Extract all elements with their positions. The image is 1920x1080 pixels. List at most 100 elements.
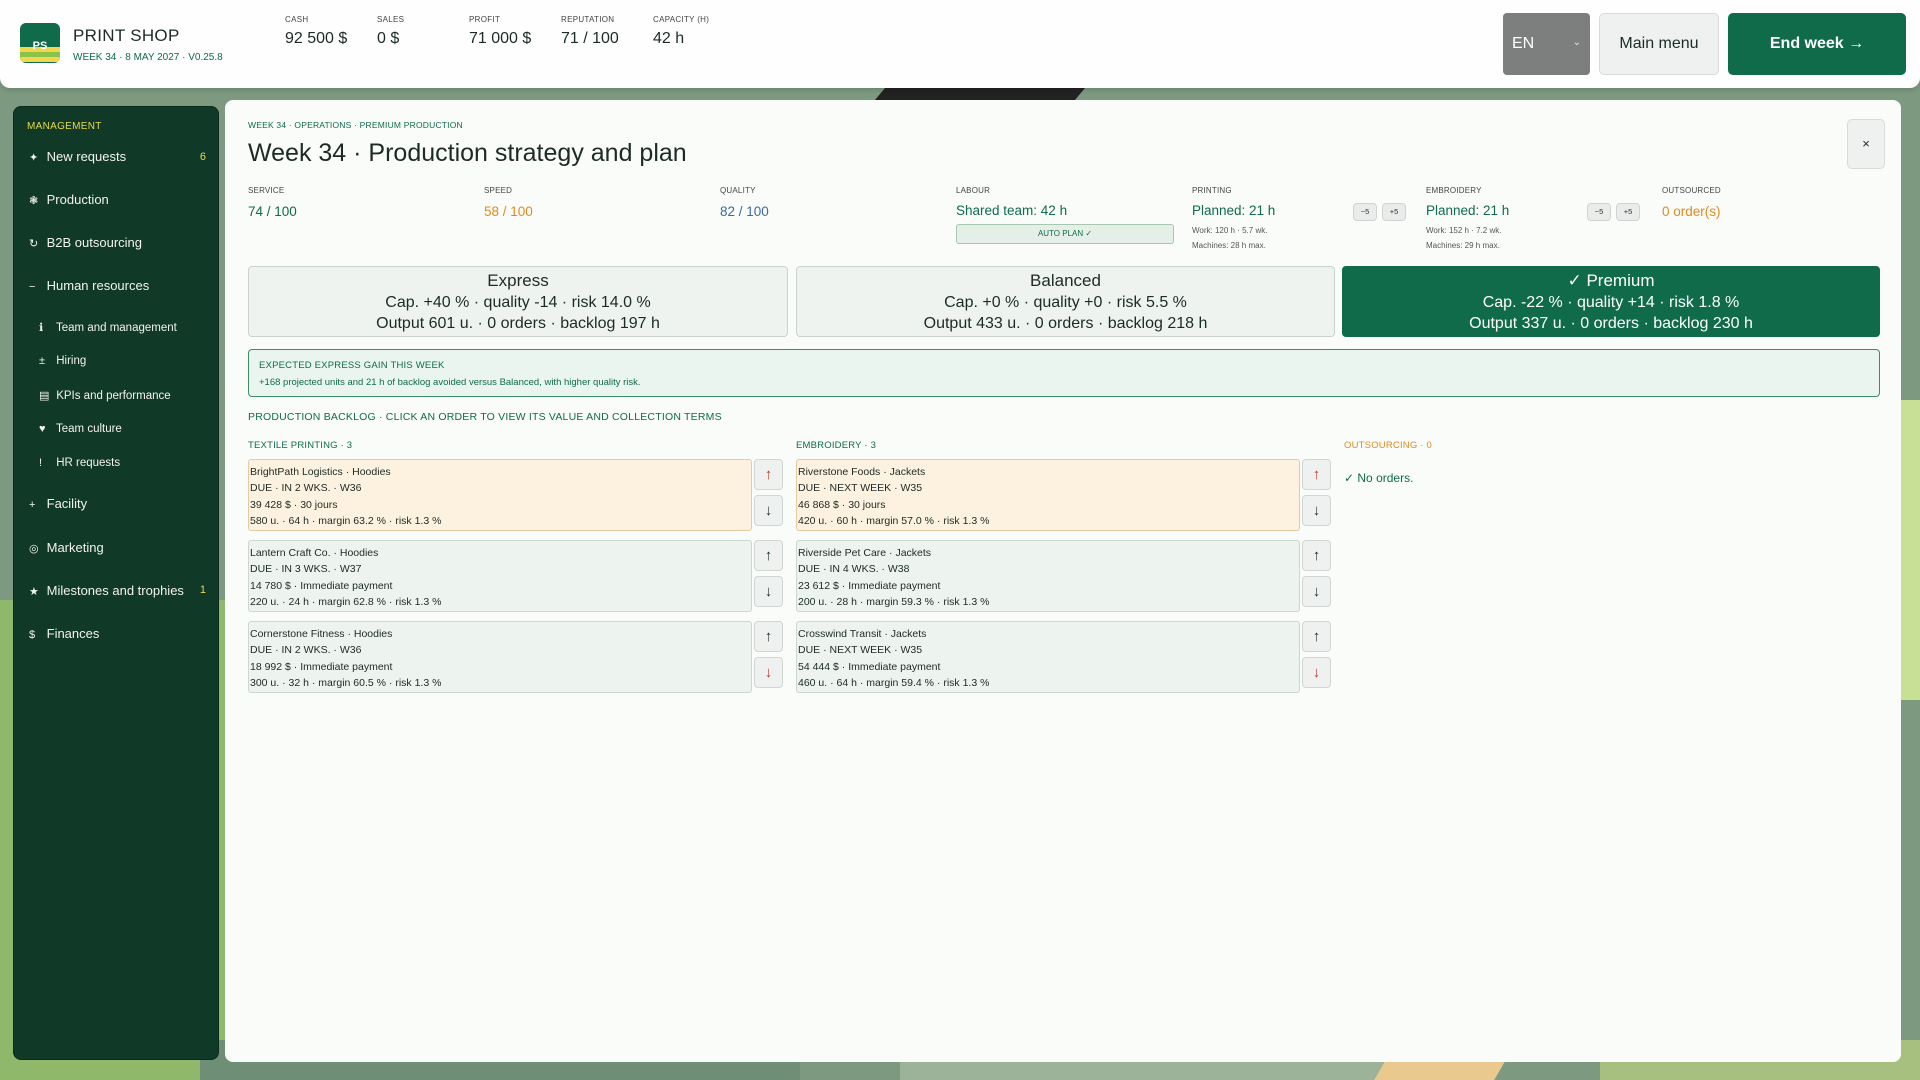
close-button[interactable]: × [1847,119,1885,169]
sidebar-item-hiring[interactable]: ± Hiring [39,355,86,367]
metric-label: SPEED [484,186,513,195]
order-title: Riverstone Foods · Jackets [798,466,926,478]
top-bar: PS PRINT SHOP WEEK 34 · 8 MAY 2027 · V0.… [0,0,1920,88]
sidebar-item-label: Finances [46,626,100,641]
embroidery-machines: Machines: 29 h max. [1426,241,1500,250]
printing-minus-button[interactable]: −5 [1353,203,1377,221]
production-panel: WEEK 34 · OPERATIONS · PREMIUM PRODUCTIO… [225,100,1901,1062]
move-up-button[interactable]: ↑ [754,621,783,652]
strategy-line: Cap. +40 % · quality -14 · risk 14.0 % [385,294,651,311]
move-down-button[interactable]: ↓ [754,657,783,688]
metric-printing: PRINTING Planned: 21 h Work: 120 h · 5.7… [1192,186,1275,253]
metric-label: SERVICE [248,186,285,195]
order-title: Cornerstone Fitness · Hoodies [250,628,393,640]
dollar-icon: $ [29,629,36,641]
metric-value: 0 order(s) [1662,204,1721,219]
language-select[interactable]: EN ⌄ [1503,13,1590,75]
end-week-button[interactable]: End week → [1728,13,1906,75]
refresh-icon: ↻ [29,238,39,250]
sidebar-item-hr-requests[interactable]: ! HR requests [39,457,120,469]
order-stats: 460 u. · 64 h · margin 59.4 % · risk 1.3… [798,676,990,689]
move-down-button[interactable]: ↓ [1302,495,1331,526]
embroidery-minus-button[interactable]: −5 [1587,203,1611,221]
new-requests-badge: 6 [199,151,206,163]
strategy-balanced[interactable]: Balanced Cap. +0 % · quality +0 · risk 5… [796,266,1335,337]
logo-text: PS [32,40,48,52]
stat-value: 71 000 $ [469,30,532,47]
sidebar-item-finances[interactable]: $ Finances [29,626,99,641]
stat-value: 42 h [653,30,685,47]
order-card[interactable]: Riverstone Foods · Jackets DUE · NEXT WE… [796,459,1300,531]
move-up-button[interactable]: ↑ [754,540,783,571]
sidebar-item-team-and-management[interactable]: ℹ Team and management [39,321,177,334]
sidebar-item-human-resources[interactable]: − Human resources [29,278,149,293]
move-up-button[interactable]: ↑ [1302,540,1331,571]
move-down-button[interactable]: ↓ [1302,657,1331,688]
sidebar-item-milestones[interactable]: ★ Milestones and trophies [29,583,184,598]
order-title: Riverside Pet Care · Jackets [798,547,932,559]
expected-gain-box: EXPECTED EXPRESS GAIN THIS WEEK +168 pro… [248,349,1880,397]
sidebar-item-label: Marketing [46,540,104,555]
order-terms: 46 868 $ · 30 jours [798,498,886,511]
sidebar-item-facility[interactable]: + Facility [29,496,87,511]
move-down-button[interactable]: ↓ [1302,576,1331,607]
order-card[interactable]: Riverside Pet Care · Jackets DUE · IN 4 … [796,540,1300,612]
sidebar-item-label: Team and management [56,322,177,334]
sidebar-item-production[interactable]: ❃ Production [29,192,109,207]
strategy-express[interactable]: Express Cap. +40 % · quality -14 · risk … [248,266,788,337]
sidebar-item-label: Hiring [56,355,87,367]
move-up-button[interactable]: ↑ [1302,621,1331,652]
order-due: DUE · IN 2 WKS. · W36 [250,482,362,495]
sidebar: MANAGEMENT ✦ New requests 6 ❃ Production… [13,106,219,1060]
printing-machines: Machines: 28 h max. [1192,241,1266,250]
order-card[interactable]: Lantern Craft Co. · Hoodies DUE · IN 3 W… [248,540,752,612]
sidebar-item-label: Production [46,192,109,207]
metric-service: SERVICE 74 / 100 [248,186,297,219]
printing-plus-button[interactable]: +5 [1382,203,1406,221]
target-icon: ◎ [29,543,39,555]
strategy-line: Cap. +0 % · quality +0 · risk 5.5 % [944,294,1187,311]
sidebar-item-label: B2B outsourcing [46,235,143,250]
move-down-button[interactable]: ↓ [754,576,783,607]
sidebar-item-team-culture[interactable]: ♥ Team culture [39,423,122,435]
stat-label: SALES [377,15,405,24]
outsourcing-heading: OUTSOURCING · 0 [1344,440,1432,451]
strategy-line: Output 337 u. · 0 orders · backlog 230 h [1469,315,1753,332]
move-up-button[interactable]: ↑ [1302,459,1331,490]
order-card[interactable]: Crosswind Transit · Jackets DUE · NEXT W… [796,621,1300,693]
order-card[interactable]: BrightPath Logistics · Hoodies DUE · IN … [248,459,752,531]
printing-details: Work: 120 h · 5.7 wk. Machines: 28 h max… [1192,223,1275,253]
stat-capacity: CAPACITY (H) 42 h [653,15,709,48]
milestones-badge: 1 [199,584,206,596]
strategy-premium[interactable]: ✓ Premium Cap. -22 % · quality +14 · ris… [1342,266,1880,337]
app-title: PRINT SHOP [73,26,180,45]
app-logo: PS [20,23,60,63]
sparkle-icon: ✦ [29,152,39,164]
order-card[interactable]: Cornerstone Fitness · Hoodies DUE · IN 2… [248,621,752,693]
sidebar-item-label: Facility [46,496,88,511]
main-menu-button[interactable]: Main menu [1599,13,1719,75]
sidebar-item-new-requests[interactable]: ✦ New requests [29,149,126,164]
chart-icon: ▤ [39,390,50,402]
order-terms: 23 612 $ · Immediate payment [798,579,941,592]
backlog-heading: PRODUCTION BACKLOG · CLICK AN ORDER TO V… [248,411,722,423]
sidebar-item-marketing[interactable]: ◎ Marketing [29,540,104,555]
heart-icon: ♥ [39,423,46,435]
sidebar-item-kpis[interactable]: ▤ KPIs and performance [39,389,171,402]
move-up-button[interactable]: ↑ [754,459,783,490]
sidebar-item-b2b-outsourcing[interactable]: ↻ B2B outsourcing [29,235,142,250]
sidebar-item-label: Team culture [56,423,122,435]
stat-label: PROFIT [469,15,501,24]
move-down-button[interactable]: ↓ [754,495,783,526]
no-orders-message: ✓ No orders. [1344,471,1414,485]
stat-cash: CASH 92 500 $ [285,15,347,48]
stat-profit: PROFIT 71 000 $ [469,15,531,48]
embroidery-plus-button[interactable]: +5 [1616,203,1640,221]
metric-value: 82 / 100 [720,204,769,219]
info-icon: ℹ [39,322,44,334]
order-due: DUE · IN 3 WKS. · W37 [250,563,362,576]
metric-speed: SPEED 58 / 100 [484,186,533,219]
textile-printing-heading: TEXTILE PRINTING · 3 [248,440,353,451]
language-value: EN [1512,35,1535,52]
auto-plan-button[interactable]: AUTO PLAN ✓ [956,224,1174,244]
